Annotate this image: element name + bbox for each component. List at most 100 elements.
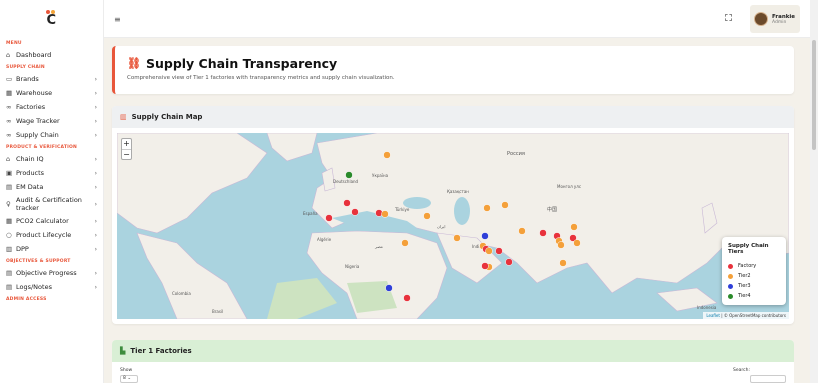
chevron-right-icon: › <box>94 183 97 191</box>
page-size-select[interactable]: 8 ⌄ <box>120 375 138 383</box>
avatar <box>754 12 768 26</box>
zoom-out-button[interactable]: − <box>122 149 131 159</box>
fullscreen-icon[interactable] <box>725 14 732 21</box>
map-view[interactable]: Deutschland España Україна Россия Қазақс… <box>117 133 789 319</box>
search-label: Search: <box>733 368 750 373</box>
marker-factory[interactable] <box>539 229 547 237</box>
sidebar-item-lifecycle[interactable]: ○ Product Lifecycle › <box>0 228 103 242</box>
scrollbar-thumb[interactable] <box>812 40 816 150</box>
zoom-in-button[interactable]: + <box>122 139 131 149</box>
chevron-right-icon: › <box>94 155 97 163</box>
marker-tier2[interactable] <box>453 234 461 242</box>
marker-factory[interactable] <box>495 247 503 255</box>
marker-tier2[interactable] <box>501 201 509 209</box>
sidebar-item-objective-progress[interactable]: ▤ Objective Progress › <box>0 266 103 280</box>
chevron-right-icon: › <box>94 269 97 277</box>
marker-tier2[interactable] <box>401 239 409 247</box>
box-icon: ▣ <box>6 169 13 177</box>
map-legend: Supply Chain Tiers Factory Tier2 Tier3 T… <box>722 237 786 305</box>
marker-tier2[interactable] <box>383 151 391 159</box>
section-product: PRODUCT & VERIFICATION <box>6 145 78 150</box>
marker-tier2[interactable] <box>518 227 526 235</box>
menu-icon[interactable]: ≡ <box>114 15 121 24</box>
sidebar-item-audit[interactable]: ♀ Audit & Certification tracker › <box>0 194 103 214</box>
page-subtitle: Comprehensive view of Tier 1 factories w… <box>127 75 395 81</box>
cycle-icon: ○ <box>6 231 12 239</box>
section-objectives: OBJECTIVES & SUPPORT <box>6 259 71 264</box>
chevron-right-icon: › <box>94 283 97 291</box>
section-admin: ADMIN ACCESS <box>6 297 47 302</box>
chevron-right-icon: › <box>94 217 97 225</box>
chevron-right-icon: › <box>94 131 97 139</box>
sidebar-item-em-data[interactable]: ▤ EM Data › <box>0 180 103 194</box>
marker-factory[interactable] <box>505 258 513 266</box>
legend-item-factory: Factory <box>728 261 780 271</box>
sidebar-item-factories[interactable]: ∞ Factories › <box>0 100 103 114</box>
map-attribution: Leaflet | © OpenStreetMap contributors <box>703 312 789 319</box>
marker-tier3[interactable] <box>385 284 393 292</box>
link-icon: ∞ <box>6 131 12 139</box>
marker-factory[interactable] <box>351 208 359 216</box>
marker-tier2[interactable] <box>381 210 389 218</box>
legend-item-tier2: Tier2 <box>728 271 780 281</box>
chevron-right-icon: › <box>94 103 97 111</box>
sidebar-item-chain-iq[interactable]: ⌂ Chain IQ › <box>0 152 103 166</box>
chevron-right-icon: › <box>94 117 97 125</box>
sidebar-item-pco2[interactable]: ▦ PCO2 Calculator › <box>0 214 103 228</box>
user-role: Admin <box>772 19 787 25</box>
sidebar-item-dpp[interactable]: ▥ DPP › <box>0 242 103 256</box>
sidebar-item-brands[interactable]: ▭ Brands › <box>0 72 103 86</box>
tier2-dot-icon <box>728 273 733 279</box>
marker-tier2[interactable] <box>573 239 581 247</box>
marker-tier4[interactable] <box>345 171 353 179</box>
user-menu[interactable]: Frankie Admin <box>750 5 800 33</box>
marker-tier2[interactable] <box>423 212 431 220</box>
legend-item-tier4: Tier4 <box>728 291 780 301</box>
tier3-dot-icon <box>728 283 733 289</box>
show-label: Show <box>120 368 133 373</box>
sidebar-item-supply-chain[interactable]: ∞ Supply Chain › <box>0 128 103 142</box>
sidebar-item-warehouse[interactable]: ▦ Warehouse › <box>0 86 103 100</box>
legend-item-tier3: Tier3 <box>728 281 780 291</box>
legend-title: Supply Chain Tiers <box>728 243 769 255</box>
map-icon: ▥ <box>120 113 127 121</box>
tier4-dot-icon <box>728 293 733 299</box>
chevron-right-icon: › <box>94 200 97 208</box>
chevron-right-icon: › <box>94 231 97 239</box>
marker-factory[interactable] <box>343 199 351 207</box>
marker-tier2[interactable] <box>557 241 565 249</box>
chevron-right-icon: › <box>94 245 97 253</box>
marker-tier2[interactable] <box>570 223 578 231</box>
logo-icon: C <box>45 10 59 28</box>
sidebar-item-wage-tracker[interactable]: ∞ Wage Tracker › <box>0 114 103 128</box>
marker-factory[interactable] <box>481 262 489 270</box>
chevron-right-icon: › <box>94 75 97 83</box>
passport-icon: ▥ <box>6 245 13 253</box>
factory-icon: ▙ <box>120 347 126 355</box>
tier1-factories-card: ▙ Tier 1 Factories Show 8 ⌄ Search: <box>112 340 794 383</box>
sidebar-item-logs[interactable]: ▤ Logs/Notes › <box>0 280 103 294</box>
section-supply-chain: SUPPLY CHAIN <box>6 65 45 70</box>
marker-tier2[interactable] <box>485 247 493 255</box>
database-icon: ▤ <box>6 183 13 191</box>
chevron-right-icon: › <box>94 89 97 97</box>
document-icon: ▤ <box>6 283 13 291</box>
page-scrollbar[interactable] <box>810 0 818 383</box>
map-card-header: ▥ Supply Chain Map <box>112 106 794 128</box>
marker-factory[interactable] <box>325 214 333 222</box>
home-icon: ⌂ <box>6 51 11 59</box>
sidebar: C MENU ⌂ Dashboard SUPPLY CHAIN ▭ Brands › … <box>0 0 104 383</box>
sidebar-item-dashboard[interactable]: ⌂ Dashboard <box>0 48 103 62</box>
marker-tier3[interactable] <box>481 232 489 240</box>
chevron-right-icon: › <box>94 169 97 177</box>
sidebar-item-products[interactable]: ▣ Products › <box>0 166 103 180</box>
logo[interactable]: C <box>0 0 103 38</box>
leaflet-link[interactable]: Leaflet <box>706 313 720 318</box>
zoom-control: + − <box>121 138 132 160</box>
page-title: ⛓ Supply Chain Transparency <box>127 56 338 71</box>
search-input[interactable] <box>750 375 786 383</box>
marker-tier2[interactable] <box>483 204 491 212</box>
marker-factory[interactable] <box>403 294 411 302</box>
map-markers <box>325 151 581 302</box>
marker-tier2[interactable] <box>559 259 567 267</box>
